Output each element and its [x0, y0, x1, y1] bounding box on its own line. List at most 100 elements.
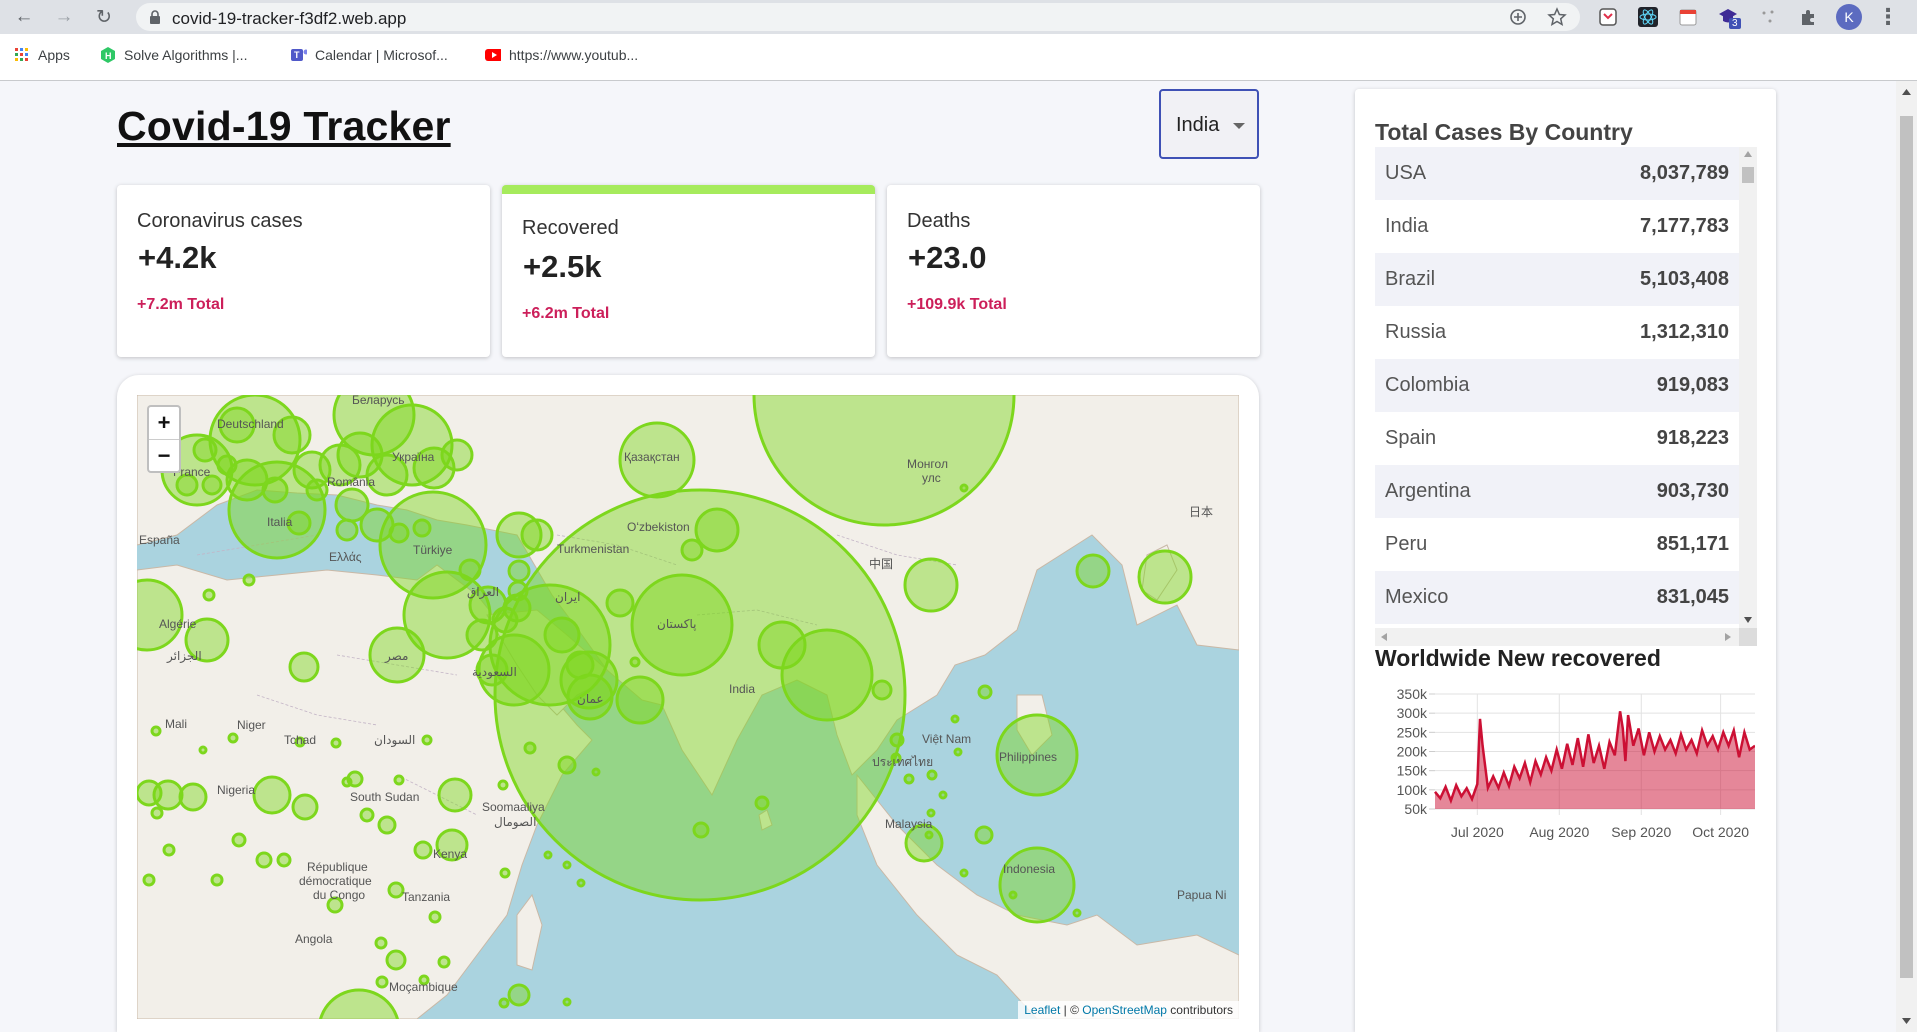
- cases-table[interactable]: USA 8,037,789 India 7,177,783 Brazil 5,1…: [1375, 147, 1766, 647]
- table-row: Spain 918,223: [1375, 412, 1739, 465]
- react-devtools-icon[interactable]: [1636, 5, 1660, 29]
- openstreetmap-link[interactable]: OpenStreetMap: [1082, 1003, 1167, 1017]
- map-label: Oʻzbekiston: [627, 520, 690, 534]
- scroll-up-icon[interactable]: [1744, 151, 1752, 157]
- card-title: Deaths: [907, 210, 971, 232]
- map-label: 中国: [869, 557, 894, 571]
- calendar-extension-icon[interactable]: [1676, 5, 1700, 29]
- bookmark-label: Calendar | Microsof...: [315, 47, 448, 63]
- leaflet-link[interactable]: Leaflet: [1024, 1003, 1060, 1017]
- map-label: Malaysia: [885, 817, 933, 831]
- zoom-icon[interactable]: [1509, 8, 1527, 26]
- divider: [0, 80, 1917, 81]
- map-label: Papua Ni: [1177, 888, 1227, 902]
- country-name: Brazil: [1385, 268, 1436, 290]
- country-name: India: [1385, 215, 1429, 237]
- map-label: Tanzania: [402, 890, 451, 904]
- scroll-left-icon[interactable]: [1381, 633, 1387, 641]
- country-cases: 831,045: [1656, 586, 1729, 608]
- page-scroll-up-icon[interactable]: [1902, 89, 1911, 95]
- youtube-icon: [485, 47, 501, 63]
- star-icon[interactable]: [1547, 7, 1567, 27]
- map-label: الصومال: [494, 815, 537, 829]
- card-total: +109.9k Total: [907, 296, 1007, 313]
- map-label: Soomaaliya: [482, 800, 545, 814]
- map-label: République: [307, 860, 368, 874]
- country-cases: 918,223: [1656, 427, 1729, 449]
- profile-avatar[interactable]: K: [1836, 4, 1862, 30]
- map-label: Tchad: [284, 733, 317, 747]
- scroll-down-icon[interactable]: [1744, 617, 1752, 623]
- map-label: Philippines: [999, 750, 1058, 764]
- map-label: улс: [922, 471, 941, 485]
- bookmark-label: https://www.youtub...: [509, 47, 639, 63]
- svg-text:T: T: [294, 50, 300, 60]
- card-title: Coronavirus cases: [137, 210, 303, 232]
- map-label: مصر: [385, 649, 409, 663]
- forward-icon[interactable]: →: [50, 3, 78, 31]
- info-card-deaths[interactable]: Deaths +23.0 +109.9k Total: [887, 185, 1260, 357]
- info-card-cases[interactable]: Coronavirus cases +4.2k +7.2m Total: [117, 185, 490, 357]
- scroll-thumb[interactable]: [1742, 167, 1754, 183]
- map-label: Algérie: [159, 617, 197, 631]
- bookmark-label: Solve Algorithms |...: [124, 47, 248, 63]
- map-label: 日本: [1189, 505, 1214, 519]
- pocket-extension-icon[interactable]: [1596, 5, 1620, 29]
- zoom-out-button[interactable]: −: [149, 439, 179, 471]
- hackerrank-icon: H: [100, 47, 116, 63]
- address-bar-row: ← → ↻ covid-19-tracker-f3df2.web.app 3 K…: [0, 0, 1917, 34]
- map-label: Italia: [267, 515, 293, 529]
- y-tick-label: 50k: [1404, 801, 1428, 817]
- attribution-suffix: contributors: [1166, 1003, 1233, 1017]
- country-name: Argentina: [1385, 480, 1471, 502]
- reload-icon[interactable]: ↻: [90, 3, 118, 31]
- country-name: USA: [1385, 162, 1427, 184]
- chrome-menu-icon[interactable]: ⋮: [1874, 3, 1902, 31]
- table-vertical-scrollbar[interactable]: [1739, 147, 1757, 628]
- chart-title: Worldwide New recovered: [1375, 645, 1661, 671]
- card-value: +23.0: [908, 240, 987, 275]
- country-dropdown-value: India: [1176, 114, 1220, 136]
- country-cases: 8,037,789: [1640, 162, 1729, 184]
- map-label: السودان: [374, 733, 416, 747]
- sparkle-extension-icon[interactable]: [1756, 5, 1780, 29]
- map-label: عمان: [577, 692, 604, 706]
- bookmark-apps[interactable]: Apps: [14, 47, 70, 63]
- x-axis-ticks: Jul 2020 Aug 2020 Sep 2020 Oct 2020: [1451, 824, 1749, 840]
- bookmarks-bar: Apps H Solve Algorithms |... T Calendar …: [0, 42, 1917, 72]
- info-card-recovered[interactable]: Recovered +2.5k +6.2m Total: [502, 185, 875, 357]
- y-tick-label: 150k: [1397, 763, 1428, 779]
- bookmark-youtube[interactable]: https://www.youtub...: [485, 47, 638, 63]
- map-label: الجزائر: [167, 649, 202, 663]
- table-row: India 7,177,783: [1375, 200, 1739, 253]
- map-label: démocratique: [299, 874, 372, 888]
- map-label: العراق: [467, 585, 500, 599]
- map-label: Turkmenistan: [557, 542, 630, 556]
- page-scroll-down-icon[interactable]: [1902, 1018, 1911, 1024]
- map-label: Ελλάς: [329, 550, 362, 564]
- address-bar[interactable]: covid-19-tracker-f3df2.web.app: [136, 3, 1580, 31]
- country-dropdown[interactable]: India: [1159, 89, 1259, 159]
- back-icon[interactable]: ←: [10, 3, 38, 31]
- page-scrollbar[interactable]: [1896, 81, 1917, 1032]
- country-cases: 919,083: [1656, 374, 1729, 396]
- map-label: Беларусь: [352, 395, 405, 407]
- page-scroll-thumb[interactable]: [1900, 116, 1913, 978]
- graduation-cap-extension-icon[interactable]: 3: [1716, 5, 1741, 29]
- world-map[interactable]: Беларусь Deutschland Україна France Româ…: [137, 395, 1239, 1019]
- card-title: Recovered: [522, 217, 619, 239]
- scroll-right-icon[interactable]: [1725, 633, 1731, 641]
- url-text: covid-19-tracker-f3df2.web.app: [172, 9, 407, 28]
- puzzle-extensions-icon[interactable]: [1796, 5, 1820, 29]
- table-horizontal-scrollbar[interactable]: [1375, 628, 1757, 646]
- x-tick-label: Oct 2020: [1692, 824, 1749, 840]
- bookmark-label: Apps: [38, 47, 70, 63]
- bookmark-hackerrank[interactable]: H Solve Algorithms |...: [100, 47, 247, 63]
- recovered-line-chart: 50k 100k 150k 200k 250k 300k 350k Jul 2020 Aug …: [1397, 689, 1755, 840]
- table-title: Total Cases By Country: [1375, 119, 1633, 145]
- zoom-in-button[interactable]: +: [149, 407, 179, 439]
- map-label: Kenya: [433, 847, 468, 861]
- table-row: Colombia 919,083: [1375, 359, 1739, 412]
- map-label: du Congo: [313, 888, 366, 902]
- bookmark-calendar[interactable]: T Calendar | Microsof...: [291, 47, 448, 63]
